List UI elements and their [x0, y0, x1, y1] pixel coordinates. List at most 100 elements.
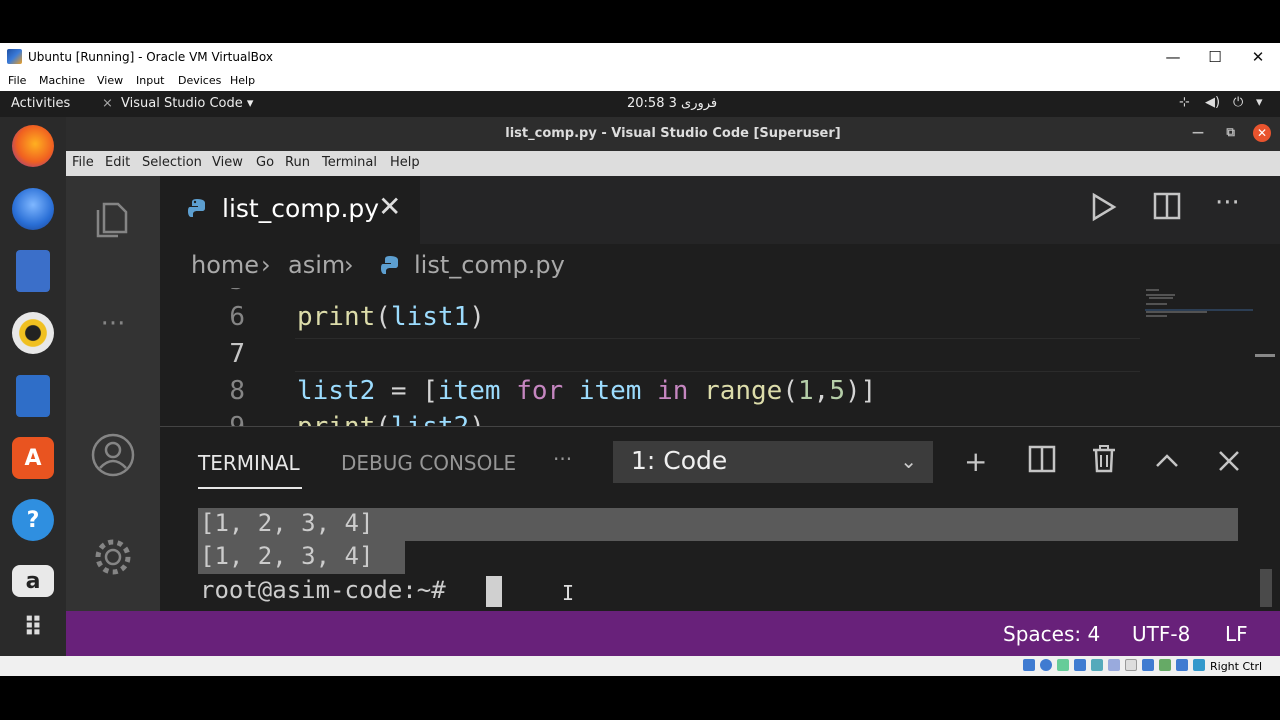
terminal-scrollbar[interactable]: [1260, 569, 1272, 607]
menu-selection[interactable]: Selection: [142, 155, 202, 170]
firefox-icon[interactable]: [12, 125, 54, 167]
split-terminal-icon[interactable]: [1028, 445, 1056, 473]
menu-view[interactable]: View: [212, 155, 243, 170]
terminal-cursor: [486, 576, 502, 607]
python-file-icon: [188, 199, 205, 217]
terminal-line: [1, 2, 3, 4]: [200, 509, 374, 537]
terminal-select-value: 1: Code: [631, 446, 728, 475]
cpu-icon[interactable]: [1159, 659, 1171, 671]
menu-run[interactable]: Run: [285, 155, 310, 170]
ubuntu-dock: A ? a ⠿: [0, 117, 66, 656]
network-icon[interactable]: ⊹: [1179, 95, 1190, 110]
writer-icon[interactable]: [16, 375, 50, 417]
mouse-integration-icon[interactable]: [1176, 659, 1188, 671]
software-store-icon[interactable]: A: [12, 437, 54, 479]
tab-close-icon[interactable]: ✕: [378, 190, 401, 223]
vscode-close-icon[interactable]: ✕: [1253, 124, 1271, 142]
optical-drive-icon[interactable]: [1040, 659, 1052, 671]
vbox-menu-view[interactable]: View: [97, 74, 123, 87]
python-file-icon: [381, 256, 398, 274]
vscode-app-icon: ⨯: [102, 96, 113, 111]
tab-terminal[interactable]: TERMINAL: [198, 451, 300, 475]
amazon-icon[interactable]: a: [12, 565, 54, 597]
account-icon[interactable]: [90, 432, 136, 478]
menu-go[interactable]: Go: [256, 155, 274, 170]
chevron-down-icon: ⌄: [900, 449, 917, 473]
vbox-titlebar: Ubuntu [Running] - Oracle VM VirtualBox …: [0, 43, 1280, 71]
kill-terminal-trash-icon[interactable]: [1092, 445, 1116, 473]
vscode-minimize-icon[interactable]: —: [1192, 125, 1204, 139]
vbox-menu-input[interactable]: Input: [136, 74, 164, 87]
maximize-panel-chevron-up-icon[interactable]: [1155, 449, 1179, 473]
breadcrumb-asim[interactable]: asim: [288, 251, 345, 279]
editor-area: list_comp.py ✕ ··· home › asim › list_co…: [160, 176, 1280, 426]
run-file-icon[interactable]: [1090, 192, 1118, 222]
activities-button[interactable]: Activities: [11, 96, 70, 111]
breadcrumb-separator: ›: [261, 251, 271, 279]
shared-folders-icon[interactable]: [1108, 659, 1120, 671]
split-editor-icon[interactable]: [1153, 192, 1181, 220]
breadcrumb-separator: ›: [344, 251, 354, 279]
minimize-icon[interactable]: —: [1158, 47, 1188, 67]
menu-help[interactable]: Help: [390, 155, 420, 170]
breadcrumb-home[interactable]: home: [191, 251, 259, 279]
hdd-icon[interactable]: [1023, 659, 1035, 671]
minimap[interactable]: [1145, 288, 1280, 426]
vscode-menubar: File Edit Selection View Go Run Terminal…: [66, 151, 1280, 176]
terminal-select[interactable]: 1: Code ⌄: [613, 441, 933, 483]
menu-edit[interactable]: Edit: [105, 155, 130, 170]
files-icon[interactable]: [16, 250, 50, 292]
more-views-icon[interactable]: ···: [90, 301, 136, 347]
statusbar: Spaces: 4 UTF-8 LF: [66, 611, 1280, 656]
vbox-menu-machine[interactable]: Machine: [39, 74, 85, 87]
rhythmbox-icon[interactable]: [12, 312, 54, 354]
menu-terminal[interactable]: Terminal: [322, 155, 377, 170]
status-indentation[interactable]: Spaces: 4: [1003, 622, 1100, 646]
minimap-preview: [1145, 288, 1275, 357]
vbox-menu-devices[interactable]: Devices: [178, 74, 221, 87]
video-capture-icon[interactable]: [1142, 659, 1154, 671]
breadcrumb: home › asim › list_comp.py: [160, 244, 1280, 288]
audio-icon[interactable]: [1057, 659, 1069, 671]
thunderbird-icon[interactable]: [12, 188, 54, 230]
explorer-icon[interactable]: [90, 196, 136, 242]
close-icon[interactable]: ✕: [1243, 47, 1273, 67]
vbox-menu-file[interactable]: File: [8, 74, 26, 87]
help-icon[interactable]: ?: [12, 499, 54, 541]
code-line: print(list1): [297, 302, 485, 332]
status-encoding[interactable]: UTF-8: [1132, 622, 1190, 646]
close-panel-icon[interactable]: [1218, 450, 1240, 472]
keyboard-icon[interactable]: [1193, 659, 1205, 671]
vbox-menu-help[interactable]: Help: [230, 74, 255, 87]
editor-tabbar: list_comp.py ✕ ···: [160, 176, 1280, 244]
network-adapter-icon[interactable]: [1074, 659, 1086, 671]
maximize-icon[interactable]: ☐: [1200, 47, 1230, 67]
host-key: Right Ctrl: [1210, 660, 1263, 673]
power-icon[interactable]: ⏻: [1233, 95, 1243, 110]
vbox-window-title: Ubuntu [Running] - Oracle VM VirtualBox: [28, 50, 273, 64]
tab-list-comp[interactable]: list_comp.py ✕: [160, 176, 420, 244]
display-icon[interactable]: [1125, 659, 1137, 671]
code-editor[interactable]: 5 6 print(list1) 7 8 list2 = [item for i…: [160, 288, 1145, 426]
terminal-line: [1, 2, 3, 4]: [200, 542, 374, 570]
terminal-output[interactable]: [1, 2, 3, 4] [1, 2, 3, 4] root@asim-code…: [198, 507, 1240, 612]
panel-more-icon[interactable]: ···: [553, 447, 572, 471]
vbox-menubar: File Machine View Input Devices Help: [0, 71, 1280, 91]
system-menu-chevron-icon[interactable]: ▾: [1256, 95, 1263, 110]
panel-tabbar: TERMINAL DEBUG CONSOLE ··· 1: Code ⌄ +: [160, 427, 1280, 497]
editor-more-actions-icon[interactable]: ···: [1215, 188, 1240, 218]
settings-gear-icon[interactable]: [90, 534, 136, 580]
clock[interactable]: فروری 3 20:58: [627, 96, 717, 111]
show-apps-icon[interactable]: ⠿: [12, 607, 54, 649]
vscode-maximize-icon[interactable]: ⧉: [1226, 125, 1235, 140]
app-menu[interactable]: Visual Studio Code ▾: [121, 96, 253, 111]
tab-debug-console[interactable]: DEBUG CONSOLE: [341, 451, 516, 475]
volume-icon[interactable]: ◀): [1205, 95, 1220, 110]
status-eol[interactable]: LF: [1225, 622, 1248, 646]
usb-icon[interactable]: [1091, 659, 1103, 671]
new-terminal-icon[interactable]: +: [964, 445, 987, 478]
mouse-ibeam-cursor: I: [562, 581, 575, 605]
line-number: 6: [229, 302, 245, 332]
breadcrumb-file[interactable]: list_comp.py: [414, 251, 565, 279]
menu-file[interactable]: File: [72, 155, 94, 170]
